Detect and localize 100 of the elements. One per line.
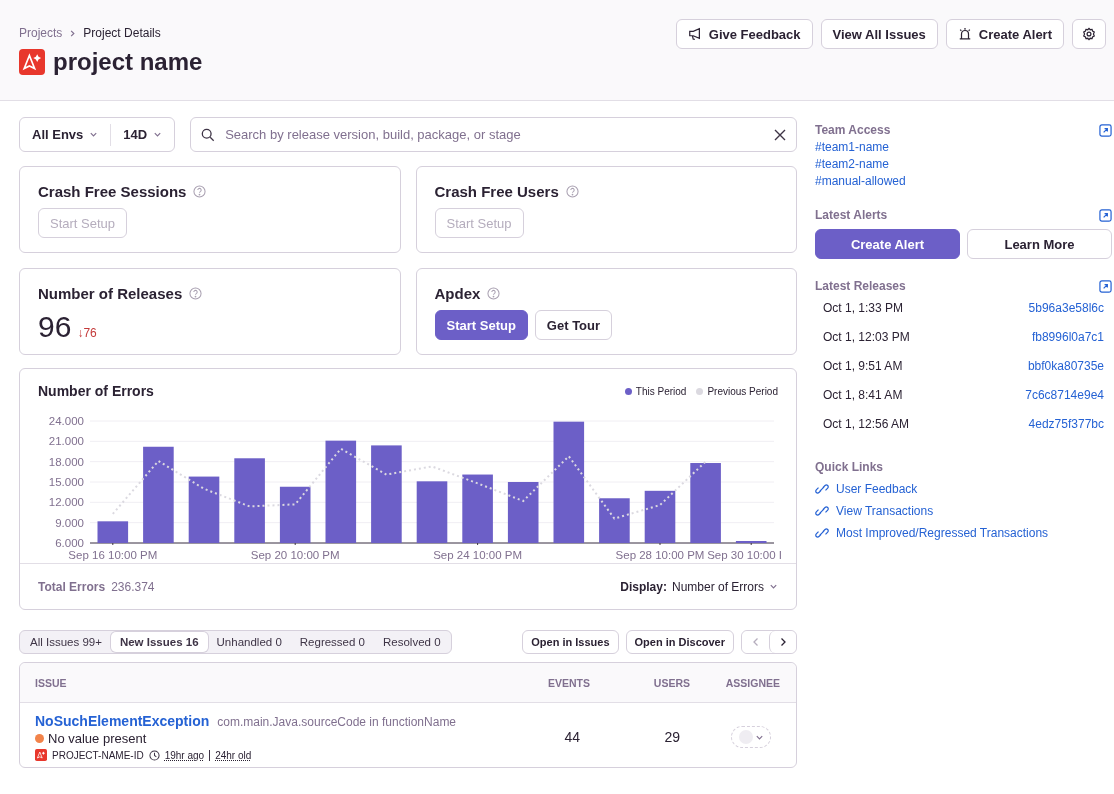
setup-button[interactable]: Get Tour [534, 310, 613, 340]
project-id: PROJECT-NAME-ID [52, 749, 144, 761]
release-date: Oct 1, 12:56 AM [823, 416, 910, 431]
axis-label: Sep 24 10:00 PM [433, 549, 523, 561]
help-icon [487, 287, 501, 300]
quick-link[interactable]: Most Improved/Regressed Transactions [836, 526, 1049, 540]
quick-link[interactable]: User Feedback [836, 482, 918, 496]
settings-button[interactable] [1072, 19, 1106, 49]
issue-tab[interactable]: Regressed 0 [290, 632, 374, 652]
last-seen: 19hr ago [164, 749, 205, 761]
external-link-icon [1099, 208, 1112, 222]
project-logo-icon [35, 749, 47, 761]
axis-label: Sep 16 10:00 PM [68, 549, 158, 561]
issue-age: 24hr old [215, 749, 252, 761]
bar [416, 481, 448, 543]
bar [462, 474, 493, 543]
open-button[interactable]: Open in Discover [625, 630, 734, 654]
issue-tab[interactable]: New Issues 16 [110, 632, 208, 652]
metric-value: 96 [38, 310, 72, 344]
axis-label: 15.000 [48, 476, 84, 488]
card-title: Number of Releases [38, 285, 183, 302]
card-title: Crash Free Sessions [38, 183, 187, 200]
header-button[interactable]: Create Alert [945, 19, 1064, 49]
card-title: Crash Free Users [434, 183, 559, 200]
clock-icon [148, 749, 160, 761]
help-icon [189, 287, 203, 300]
team-link[interactable]: #team1-name [815, 140, 1112, 154]
bar [279, 486, 311, 543]
team-link[interactable]: #team2-name [815, 157, 1112, 171]
link-icon [815, 526, 829, 540]
release-version-link[interactable]: bbf0ka80735e [1027, 358, 1104, 373]
caret-icon [89, 130, 99, 139]
release-date: Oct 1, 8:41 AM [823, 387, 903, 402]
settings-icon [1082, 27, 1096, 41]
release-version-link[interactable]: 5b96a3e58l6c [1028, 300, 1104, 315]
users-count: 29 [663, 729, 681, 745]
bar [599, 498, 630, 543]
header-button[interactable]: View All Issues [820, 19, 938, 49]
breadcrumb-link[interactable]: Projects [19, 26, 63, 40]
axis-label: 6.000 [55, 537, 84, 549]
primary-button[interactable]: Start Setup [434, 310, 528, 340]
help-icon [565, 185, 579, 198]
search-icon [201, 127, 216, 142]
bar [97, 521, 129, 543]
siren-icon [957, 27, 972, 41]
create-alert-button[interactable]: Create Alert [815, 229, 960, 259]
legend-dot [624, 387, 632, 395]
bar [644, 490, 676, 543]
avatar-placeholder [738, 730, 753, 744]
open-button[interactable]: Open in Issues [522, 630, 619, 654]
section-title: Team Access [815, 123, 891, 137]
link-icon [815, 482, 829, 496]
learn-more-button[interactable]: Learn More [967, 229, 1112, 259]
issue-tab[interactable]: Resolved 0 [374, 632, 450, 652]
next-button[interactable] [769, 631, 796, 653]
axis-label: 18.000 [48, 455, 84, 468]
events-count: 44 [563, 729, 581, 745]
release-date: Oct 1, 9:51 AM [823, 358, 903, 373]
issue-culprit: com.main.Java.sourceCode in functionName [217, 715, 457, 729]
period-dropdown[interactable]: 14D [110, 123, 175, 146]
total-value: 236.374 [111, 579, 155, 594]
column-header: EVENTS [547, 676, 591, 689]
search-field[interactable]: Search by release version, build, package, or stage [190, 117, 797, 152]
issue-title-link[interactable]: NoSuchElementException [35, 713, 210, 729]
axis-label: 12.000 [48, 496, 84, 509]
caret-icon [769, 582, 778, 591]
legend-label: This Period [635, 385, 687, 397]
bar [507, 482, 539, 543]
external-link-icon [1099, 279, 1112, 293]
release-date: Oct 1, 12:03 PM [823, 329, 910, 344]
total-label: Total Errors [38, 579, 106, 594]
header-button[interactable]: Give Feedback [675, 19, 813, 49]
link-icon [815, 504, 829, 518]
release-version-link[interactable]: fb8996l0a7c1 [1031, 329, 1104, 344]
axis-label: 24.000 [48, 415, 84, 427]
section-title: Latest Releases [815, 279, 906, 293]
display-dropdown[interactable]: Display: Number of Errors [620, 579, 778, 594]
bar [188, 476, 220, 543]
chevron-right-icon [778, 637, 788, 647]
issue-tab[interactable]: All Issues 99+ [21, 632, 111, 652]
issue-message: No value present [48, 731, 147, 746]
environment-dropdown[interactable]: All Envs [20, 123, 111, 146]
release-date: Oct 1, 1:33 PM [823, 300, 904, 315]
breadcrumb-current: Project Details [83, 26, 161, 40]
legend-label: Previous Period [707, 385, 778, 397]
release-version-link[interactable]: 7c6c8714e9e4 [1025, 387, 1104, 402]
external-link-icon [1099, 123, 1112, 137]
team-link[interactable]: #manual-allowed [815, 174, 1112, 188]
quick-link[interactable]: View Transactions [836, 504, 934, 518]
chart-title: Number of Errors [38, 383, 154, 399]
chevron-icon [68, 28, 78, 38]
release-version-link[interactable]: 4edz75f377bc [1028, 416, 1104, 431]
axis-label: 9.000 [55, 516, 84, 529]
card-title: Apdex [434, 285, 481, 302]
help-icon [193, 185, 207, 198]
axis-label: Sep 20 10:00 PM [250, 549, 340, 561]
change-indicator: ↓76 [77, 326, 97, 340]
assignee-selector[interactable] [731, 726, 771, 748]
issue-tab[interactable]: Unhandled 0 [207, 632, 291, 652]
column-header: ISSUE [35, 676, 68, 689]
